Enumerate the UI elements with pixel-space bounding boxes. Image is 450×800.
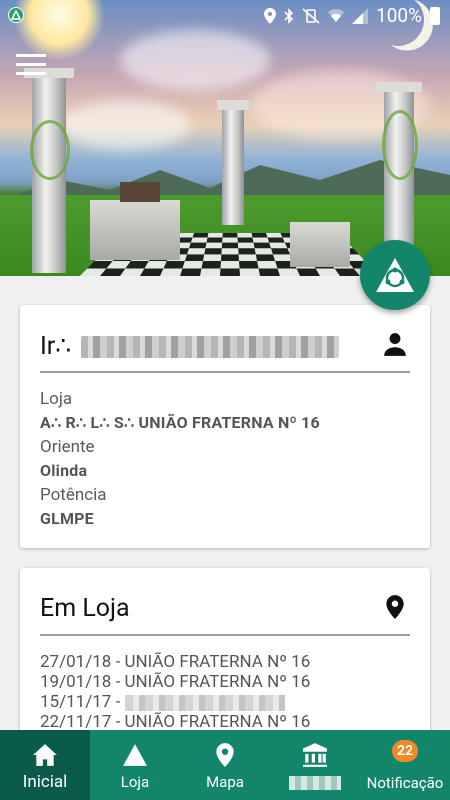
bluetooth-icon bbox=[284, 7, 294, 24]
notification-badge: 22 bbox=[392, 740, 418, 762]
member-fields: Loja A∴ R∴ L∴ S∴ UNIÃO FRATERNA Nº 16 Or… bbox=[40, 387, 410, 531]
redacted-name bbox=[81, 336, 340, 359]
nav-label: Mapa bbox=[206, 773, 244, 791]
wifi-icon bbox=[328, 8, 345, 22]
visit-item[interactable]: 27/01/18 - UNIÃO FRATERNA Nº 16 bbox=[40, 652, 420, 672]
card-divider bbox=[40, 634, 410, 636]
nav-label bbox=[270, 773, 360, 791]
nav-label: Inicial bbox=[22, 772, 68, 792]
lodge-action-button[interactable] bbox=[360, 240, 430, 310]
nav-label: Loja bbox=[120, 773, 150, 791]
bottom-navigation: Inicial Loja Mapa 22 Notificação bbox=[0, 730, 450, 800]
battery-percentage: 100% bbox=[376, 4, 422, 27]
triangle-icon bbox=[123, 744, 147, 766]
visit-item[interactable]: 22/11/17 - UNIÃO FRATERNA Nº 16 bbox=[40, 712, 420, 732]
field-label-potencia: Potência bbox=[40, 485, 107, 505]
visit-item[interactable]: 19/01/18 - UNIÃO FRATERNA Nº 16 bbox=[40, 672, 420, 692]
nav-inicial[interactable]: Inicial bbox=[0, 730, 90, 800]
field-label-oriente: Oriente bbox=[40, 437, 95, 457]
field-label-loja: Loja bbox=[40, 389, 73, 409]
member-name: Ir∴ bbox=[40, 331, 340, 361]
visit-list: 27/01/18 - UNIÃO FRATERNA Nº 16 19/01/18… bbox=[40, 652, 420, 732]
nav-mapa[interactable]: Mapa bbox=[180, 730, 270, 800]
nav-notificacao[interactable]: 22 Notificação bbox=[360, 730, 450, 800]
location-icon bbox=[264, 7, 277, 24]
field-value-potencia: GLMPE bbox=[40, 509, 94, 528]
redacted-lodge bbox=[124, 694, 285, 711]
em-loja-title: Em Loja bbox=[40, 594, 130, 623]
institution-icon bbox=[303, 743, 327, 767]
app-notification-icon bbox=[8, 7, 24, 23]
map-pin-icon[interactable] bbox=[382, 594, 408, 620]
redacted-label bbox=[289, 776, 341, 791]
card-divider bbox=[40, 371, 410, 373]
vibrate-off-icon bbox=[302, 7, 320, 24]
visit-item[interactable]: 15/11/17 - bbox=[40, 692, 420, 712]
menu-button[interactable] bbox=[16, 54, 46, 76]
signal-icon bbox=[352, 7, 369, 24]
header-image bbox=[0, 0, 450, 276]
member-card: Ir∴ Loja A∴ R∴ L∴ S∴ UNIÃO FRATERNA Nº 1… bbox=[20, 305, 430, 548]
status-bar: 100% bbox=[0, 0, 450, 30]
home-icon bbox=[33, 744, 57, 766]
nav-loja[interactable]: Loja bbox=[90, 730, 180, 800]
battery-icon bbox=[430, 6, 440, 25]
nav-label: Notificação bbox=[366, 774, 444, 792]
map-pin-icon bbox=[216, 743, 234, 767]
person-icon[interactable] bbox=[382, 331, 408, 357]
field-value-oriente: Olinda bbox=[40, 461, 88, 480]
field-value-loja: A∴ R∴ L∴ S∴ UNIÃO FRATERNA Nº 16 bbox=[40, 413, 320, 432]
nav-institution[interactable] bbox=[270, 730, 360, 800]
triangle-logo-icon bbox=[376, 258, 414, 292]
